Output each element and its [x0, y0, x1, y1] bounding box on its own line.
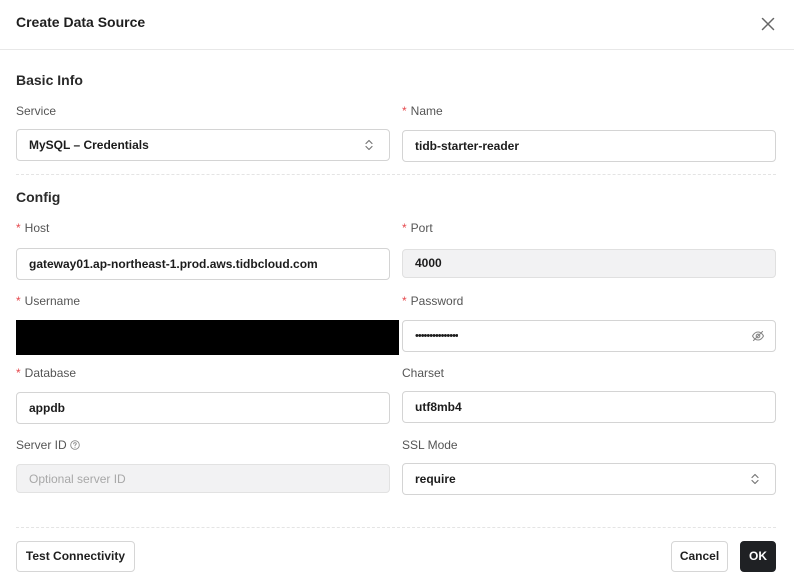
question-circle-icon[interactable] — [69, 440, 80, 450]
chevron-up-down-icon — [748, 472, 762, 486]
cancel-button[interactable]: Cancel — [671, 541, 728, 572]
service-select[interactable]: MySQL – Credentials — [16, 129, 390, 161]
ssl-mode-select[interactable]: require — [402, 463, 776, 495]
service-value: MySQL – Credentials — [29, 138, 149, 152]
server-id-input[interactable] — [16, 464, 390, 493]
required-mark: * — [402, 294, 407, 308]
name-label: * Name — [402, 104, 443, 118]
charset-input[interactable]: utf8mb4 — [402, 391, 776, 423]
dialog-header: Create Data Source — [0, 0, 794, 50]
ok-button[interactable]: OK — [740, 541, 776, 572]
eye-off-icon[interactable] — [751, 329, 765, 343]
test-connectivity-button[interactable]: Test Connectivity — [16, 541, 135, 572]
server-id-field[interactable] — [17, 465, 389, 492]
required-mark: * — [16, 221, 21, 235]
host-label: * Host — [16, 221, 50, 235]
host-input[interactable]: gateway01.ap-northeast-1.prod.aws.tidbcl… — [16, 248, 390, 280]
port-label: * Port — [402, 221, 433, 235]
database-value: appdb — [29, 401, 65, 415]
name-input[interactable]: tidb-starter-reader — [402, 130, 776, 162]
port-value: 4000 — [415, 256, 442, 270]
section-title-config: Config — [16, 189, 61, 205]
password-input[interactable]: ••••••••••••••• — [402, 320, 776, 352]
required-mark: * — [16, 294, 21, 308]
ssl-mode-label: SSL Mode — [402, 438, 458, 452]
footer-divider — [16, 527, 776, 528]
service-label: Service — [16, 104, 57, 118]
host-value: gateway01.ap-northeast-1.prod.aws.tidbcl… — [29, 257, 318, 271]
ssl-mode-value: require — [415, 472, 456, 486]
close-icon[interactable] — [759, 15, 777, 33]
chevron-up-down-icon — [362, 138, 376, 152]
password-label: * Password — [402, 294, 464, 308]
required-mark: * — [402, 221, 407, 235]
password-value: ••••••••••••••• — [415, 330, 458, 342]
database-input[interactable]: appdb — [16, 392, 390, 424]
server-id-label: Server ID — [16, 438, 80, 452]
section-title-basic-info: Basic Info — [16, 72, 83, 88]
port-input[interactable]: 4000 — [402, 249, 776, 278]
required-mark: * — [402, 104, 407, 118]
charset-value: utf8mb4 — [415, 400, 462, 414]
database-label: * Database — [16, 366, 77, 380]
charset-label: Charset — [402, 366, 445, 380]
username-input-redacted[interactable] — [16, 320, 399, 355]
username-label: * Username — [16, 294, 81, 308]
name-value: tidb-starter-reader — [415, 139, 520, 153]
dialog-title: Create Data Source — [16, 14, 146, 30]
section-divider — [16, 174, 776, 175]
required-mark: * — [16, 366, 21, 380]
